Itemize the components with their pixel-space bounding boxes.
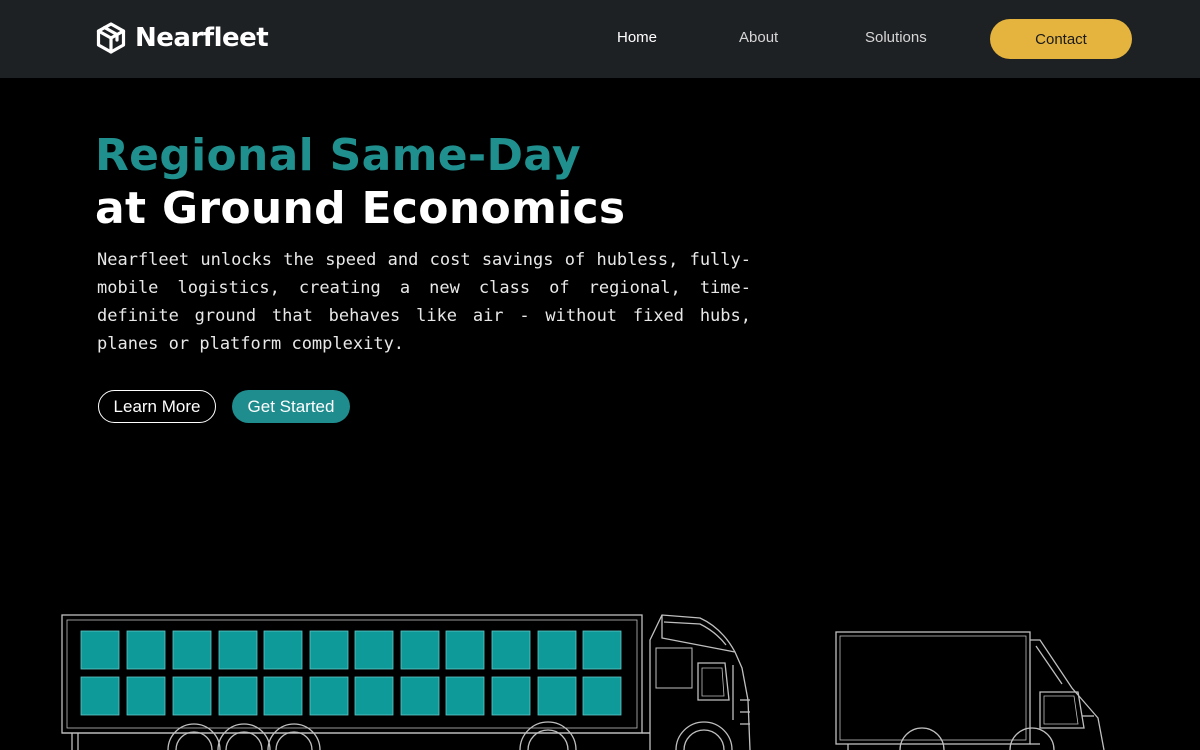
- trucks-illustration: [61, 614, 1105, 750]
- hero-headline-line1: Regional Same-Day: [95, 130, 581, 181]
- brand-logo-link[interactable]: Nearfleet: [96, 21, 269, 55]
- top-navigation-bar: Nearfleet Home About Solutions Contact: [0, 0, 1200, 78]
- hero-description: Nearfleet unlocks the speed and cost sav…: [97, 250, 751, 354]
- brand-name: Nearfleet: [135, 23, 269, 53]
- cube-box-icon: [96, 22, 126, 54]
- get-started-button[interactable]: Get Started: [232, 390, 350, 423]
- cargo-tiles: [80, 630, 622, 716]
- nav-link-solutions[interactable]: Solutions: [865, 28, 927, 48]
- page: Nearfleet Home About Solutions Contact R…: [0, 0, 1200, 750]
- nav-link-about[interactable]: About: [739, 28, 778, 48]
- nav-link-home[interactable]: Home: [617, 28, 657, 48]
- box-truck-illustration: [835, 631, 1105, 750]
- learn-more-button[interactable]: Learn More: [98, 390, 216, 423]
- contact-button[interactable]: Contact: [990, 19, 1132, 59]
- hero-headline-line2: at Ground Economics: [95, 183, 626, 234]
